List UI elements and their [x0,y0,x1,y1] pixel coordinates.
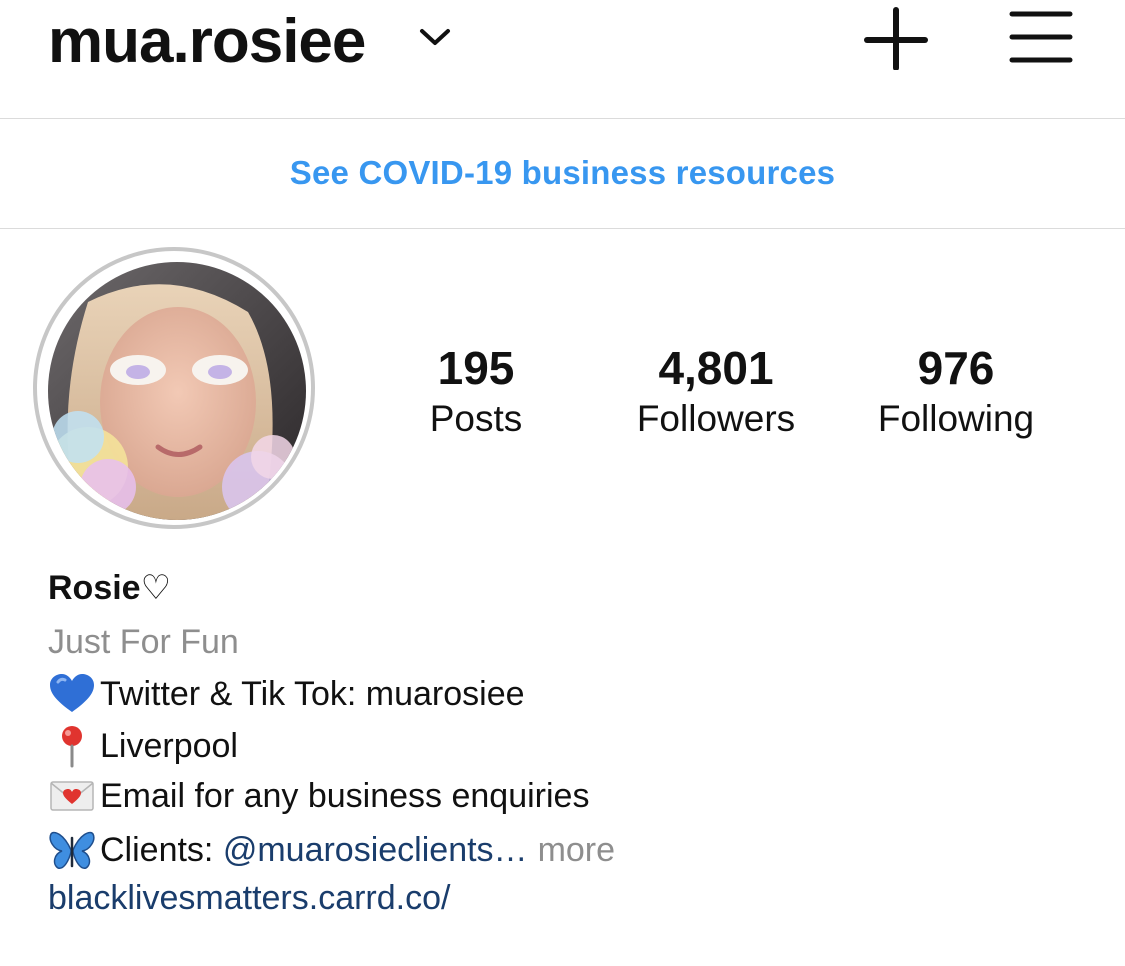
followers-label: Followers [636,398,796,439]
hamburger-menu-icon[interactable] [1006,8,1076,66]
followers-stat[interactable]: 4,801 Followers [596,340,836,442]
bio-line-clients: Clients: @muarosieclients… more [48,828,615,872]
banner-divider [0,228,1125,229]
profile-header: mua.rosiee [0,0,1125,118]
profile-category: Just For Fun [48,623,239,661]
bio-line-text: Twitter & Tik Tok: muarosiee [100,675,525,713]
plus-icon[interactable] [862,6,930,70]
chevron-down-icon[interactable] [418,26,452,48]
bio-line-text: Email for any business enquiries [100,777,590,815]
covid-resources-link[interactable]: See COVID-19 business resources [0,118,1125,228]
following-stat[interactable]: 976 Following [836,340,1076,442]
bio-line-email: Email for any business enquiries [48,774,589,818]
following-count: 976 [917,342,995,394]
posts-label: Posts [429,398,523,439]
profile-display-name: Rosie♡ [48,569,172,607]
clients-mention-link[interactable]: @muarosieclients… [223,828,528,872]
pushpin-icon [62,726,82,768]
username-title[interactable]: mua.rosiee [48,2,366,82]
love-letter-icon [50,781,94,811]
followers-count: 4,801 [658,342,774,394]
bio-line-text: Liverpool [100,727,238,765]
avatar[interactable] [48,262,306,520]
bio-line-twitter: Twitter & Tik Tok: muarosiee [48,672,525,716]
bio-more-button[interactable]: more [538,828,615,872]
bio-website-link[interactable]: blacklivesmatters.carrd.co/ [48,876,450,920]
following-label: Following [877,398,1035,439]
butterfly-icon [49,831,95,869]
bio-line-location: Liverpool [48,724,238,768]
posts-stat[interactable]: 195 Posts [356,340,596,442]
profile-photo [48,262,306,520]
clients-prefix: Clients: [100,831,223,869]
posts-count: 195 [437,342,515,394]
blue-heart-icon [50,674,94,712]
